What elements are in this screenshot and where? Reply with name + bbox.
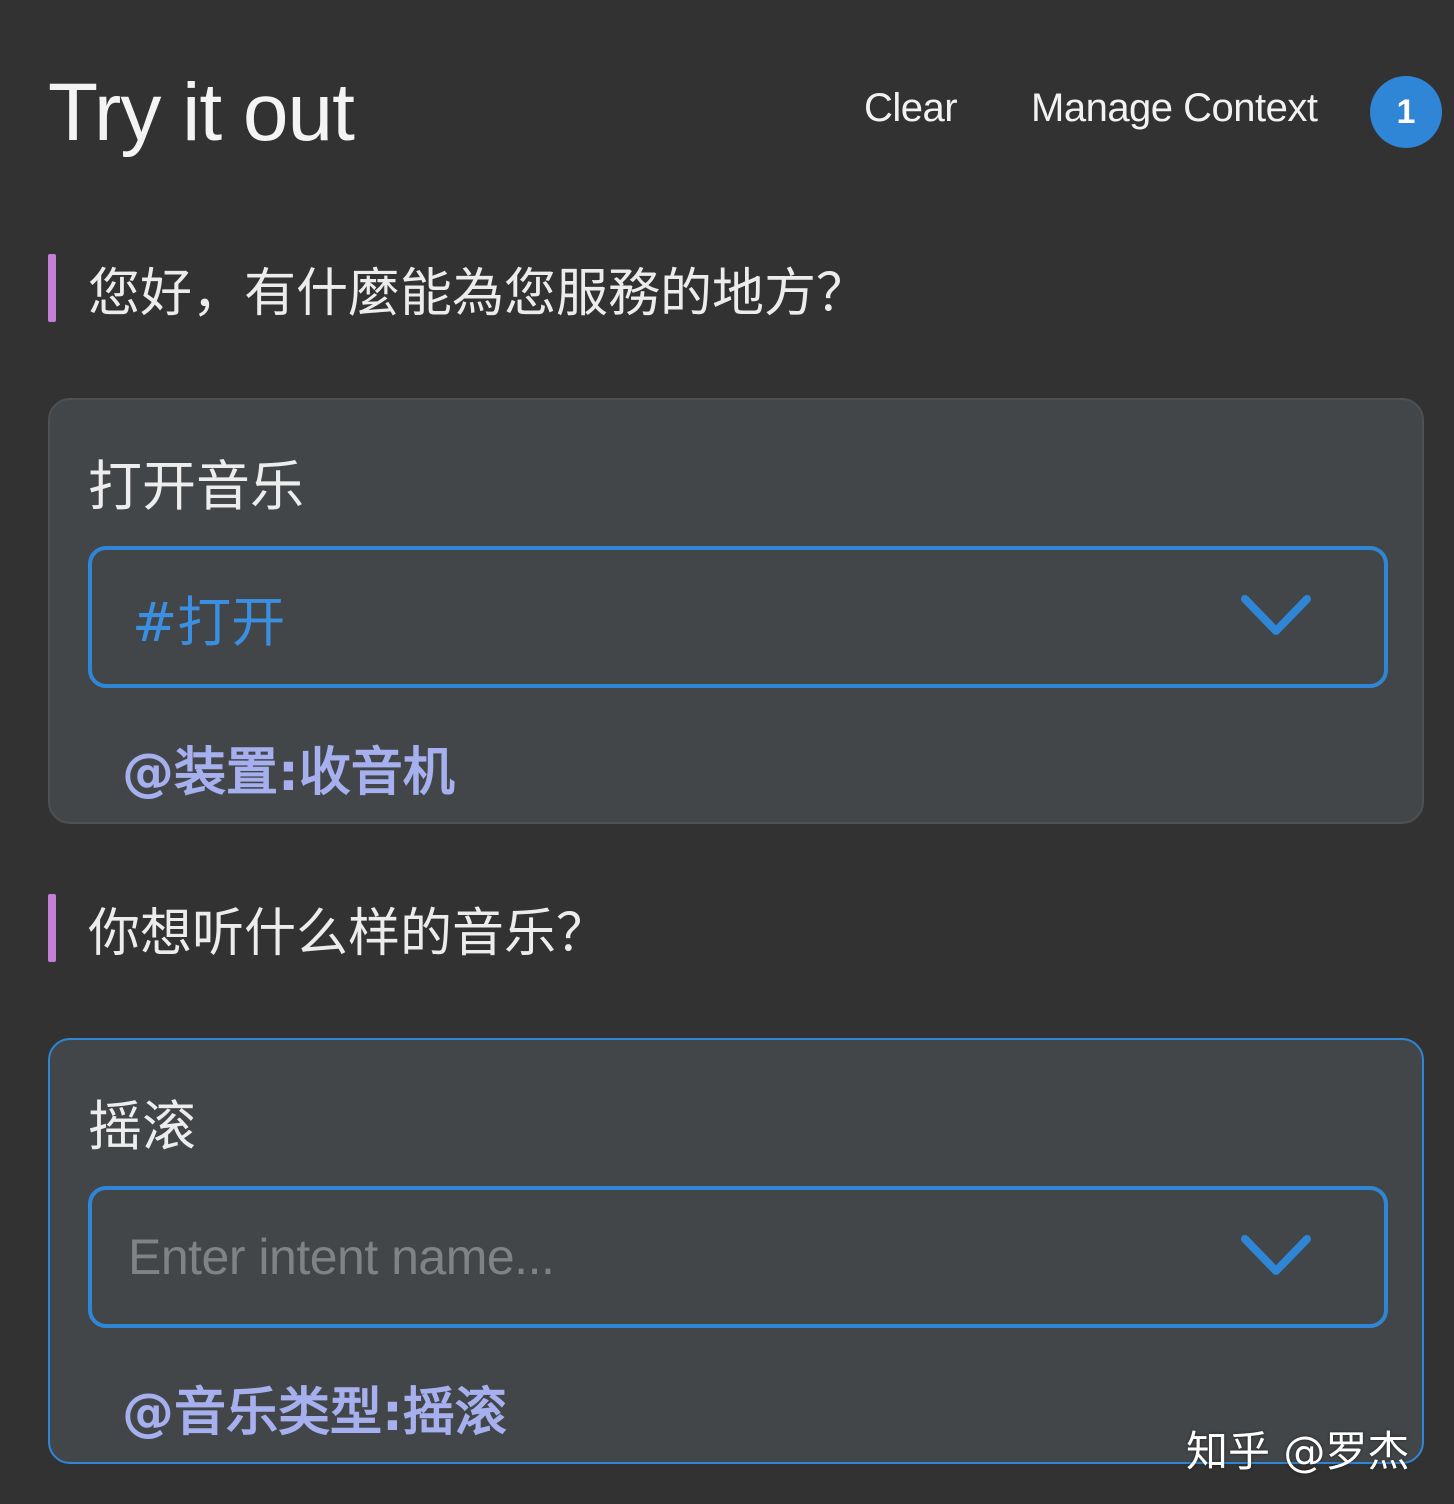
entity-tag[interactable]: @装置:收音机 [122, 730, 455, 805]
context-count-badge[interactable]: 1 [1370, 76, 1442, 148]
bot-message: 你想听什么样的音乐？ [48, 894, 608, 964]
chevron-down-icon[interactable] [1236, 588, 1316, 644]
intent-dropdown[interactable] [88, 1186, 1388, 1328]
clear-button[interactable]: Clear [864, 88, 958, 128]
user-input-card[interactable]: 打开音乐 #打开 @装置:收音机 [48, 398, 1424, 824]
manage-context-button[interactable]: Manage Context [1031, 88, 1318, 128]
user-utterance: 打开音乐 [88, 455, 304, 518]
watermark: 知乎 @罗杰 [1186, 1427, 1410, 1476]
bot-message: 您好，有什麼能為您服務的地方？ [48, 254, 868, 324]
user-input-card[interactable]: 摇滚 @音乐类型:摇滚 [48, 1038, 1424, 1464]
chevron-down-icon[interactable] [1236, 1228, 1316, 1284]
user-utterance: 摇滚 [88, 1095, 196, 1158]
bot-message-bar [48, 894, 56, 962]
bot-message-bar [48, 254, 56, 322]
intent-name-input[interactable] [128, 1190, 1208, 1324]
bot-message-text: 你想听什么样的音乐？ [88, 903, 609, 964]
intent-value[interactable]: #打开 [132, 550, 285, 684]
intent-dropdown[interactable]: #打开 [88, 546, 1388, 688]
page-title: Try it out [48, 67, 355, 158]
bot-message-text: 您好，有什麼能為您服務的地方？ [88, 263, 869, 324]
entity-tag[interactable]: @音乐类型:摇滚 [122, 1370, 507, 1445]
